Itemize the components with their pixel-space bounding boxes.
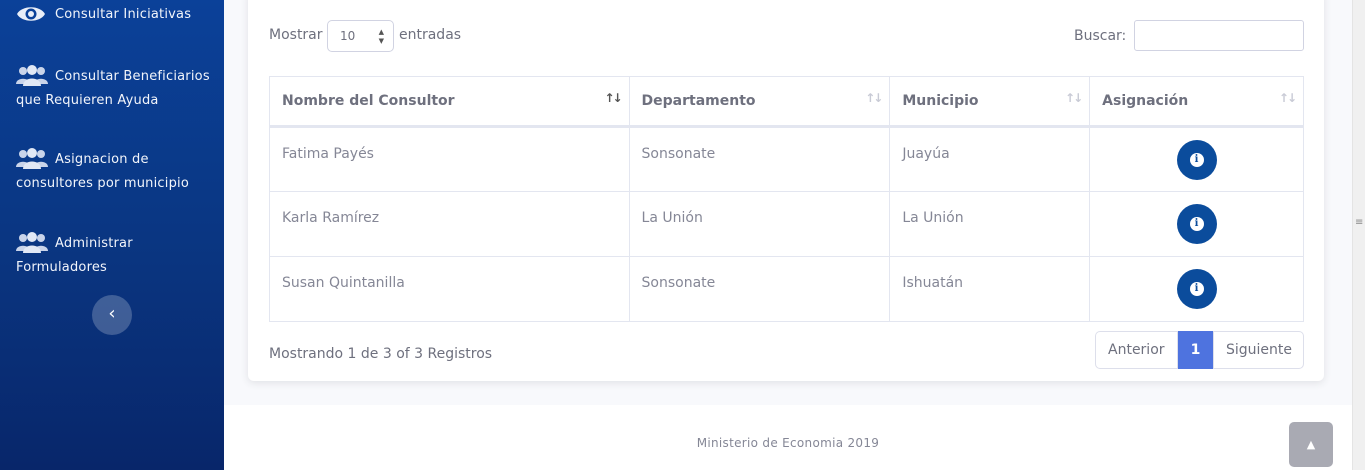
users-icon	[16, 232, 48, 254]
cell-department: La Unión	[628, 191, 891, 257]
cell-municipality: Juayúa	[889, 126, 1091, 192]
cell-municipality: Ishuatán	[889, 256, 1091, 322]
sidebar-item-administrar-formuladores[interactable]: Administrar Formuladores	[16, 232, 216, 280]
sidebar-item-asignacion-consultores[interactable]: Asignacion de consultores por municipio	[16, 148, 216, 196]
footer-text: Ministerio de Economia 2019	[696, 436, 880, 450]
cell-action: i	[1089, 126, 1304, 192]
search-label: Buscar:	[1074, 28, 1127, 44]
sidebar-item-label-line2: que Requieren Ayuda	[16, 93, 159, 108]
column-header-departamento[interactable]: Departamento ↑↓	[628, 76, 891, 128]
column-header-nombre[interactable]: Nombre del Consultor ↑↓	[269, 76, 630, 128]
column-header-asignacion[interactable]: Asignación ↑↓	[1089, 76, 1304, 128]
pagination-prev-button[interactable]: Anterior	[1095, 331, 1178, 369]
cell-name: Susan Quintanilla	[269, 256, 630, 322]
consultants-card: Mostrar 10 ▲ ▼ entradas Buscar: Nombre de…	[248, 0, 1324, 381]
chevron-up-icon: ▲	[1306, 438, 1316, 451]
info-button[interactable]: i	[1176, 269, 1217, 309]
sort-icon: ↑↓	[865, 91, 883, 105]
show-label: Mostrar	[269, 27, 323, 43]
sidebar-item-consultar-beneficiarios[interactable]: Consultar Beneficiarios que Requieren Ayu…	[16, 65, 216, 113]
consultants-table: Nombre del Consultor ↑↓ Departamento ↑↓ Mu…	[269, 76, 1304, 322]
info-icon: i	[1189, 217, 1204, 231]
entries-label: entradas	[399, 27, 462, 43]
pagination-next-button[interactable]: Siguiente	[1213, 331, 1304, 369]
page-scrollbar[interactable]: ≡	[1352, 0, 1365, 470]
table-info-text: Mostrando 1 de 3 of 3 Registros	[269, 346, 493, 362]
pagination-page-button[interactable]: 1	[1178, 331, 1213, 369]
info-button[interactable]: i	[1176, 139, 1217, 180]
pagination: Anterior 1 Siguiente	[1095, 331, 1304, 369]
sort-icon: ↑↓	[1278, 91, 1297, 105]
cell-action: i	[1089, 191, 1304, 257]
users-icon	[16, 65, 48, 87]
users-icon	[16, 148, 48, 170]
sort-asc-icon: ↑↓	[604, 91, 622, 105]
column-header-municipio[interactable]: Municipio ↑↓	[889, 76, 1091, 128]
info-icon: i	[1189, 152, 1204, 167]
cell-municipality: La Unión	[889, 191, 1091, 257]
info-icon: i	[1189, 282, 1204, 296]
scroll-to-top-button[interactable]: ▲	[1289, 422, 1333, 467]
table-row: Susan Quintanilla Sonsonate Ishuatán i	[269, 256, 1304, 322]
footer: Ministerio de Economia 2019	[224, 405, 1352, 470]
select-arrows-icon: ▲ ▼	[378, 28, 384, 45]
cell-department: Sonsonate	[628, 126, 891, 192]
sidebar-toggle-button[interactable]: ‹	[92, 295, 132, 335]
search-input[interactable]	[1134, 20, 1304, 51]
sort-icon: ↑↓	[1065, 91, 1083, 105]
sidebar: Consultar Iniciativas Consultar Benefici…	[0, 0, 224, 470]
scrollbar-grip-icon: ≡	[1355, 217, 1364, 228]
eye-icon	[16, 3, 48, 25]
cell-name: Fatima Payés	[269, 126, 630, 192]
table-row: Karla Ramírez La Unión La Unión i	[269, 191, 1304, 257]
sidebar-item-label-line2: consultores por municipio	[16, 176, 189, 191]
table-row: Fatima Payés Sonsonate Juayúa i	[269, 126, 1304, 192]
chevron-left-icon: ‹	[108, 303, 116, 324]
sidebar-item-label-line2: Formuladores	[16, 260, 108, 275]
cell-department: Sonsonate	[628, 256, 891, 322]
info-button[interactable]: i	[1176, 204, 1217, 244]
entries-select[interactable]: 10 ▲ ▼	[327, 20, 394, 52]
table-header-row: Nombre del Consultor ↑↓ Departamento ↑↓ Mu…	[269, 76, 1304, 128]
sidebar-item-consultar-iniciativas[interactable]: Consultar Iniciativas	[16, 3, 216, 27]
entries-value: 10	[340, 29, 356, 43]
cell-name: Karla Ramírez	[269, 191, 630, 257]
cell-action: i	[1089, 256, 1304, 322]
main-content: Mostrar 10 ▲ ▼ entradas Buscar: Nombre de…	[224, 0, 1352, 470]
